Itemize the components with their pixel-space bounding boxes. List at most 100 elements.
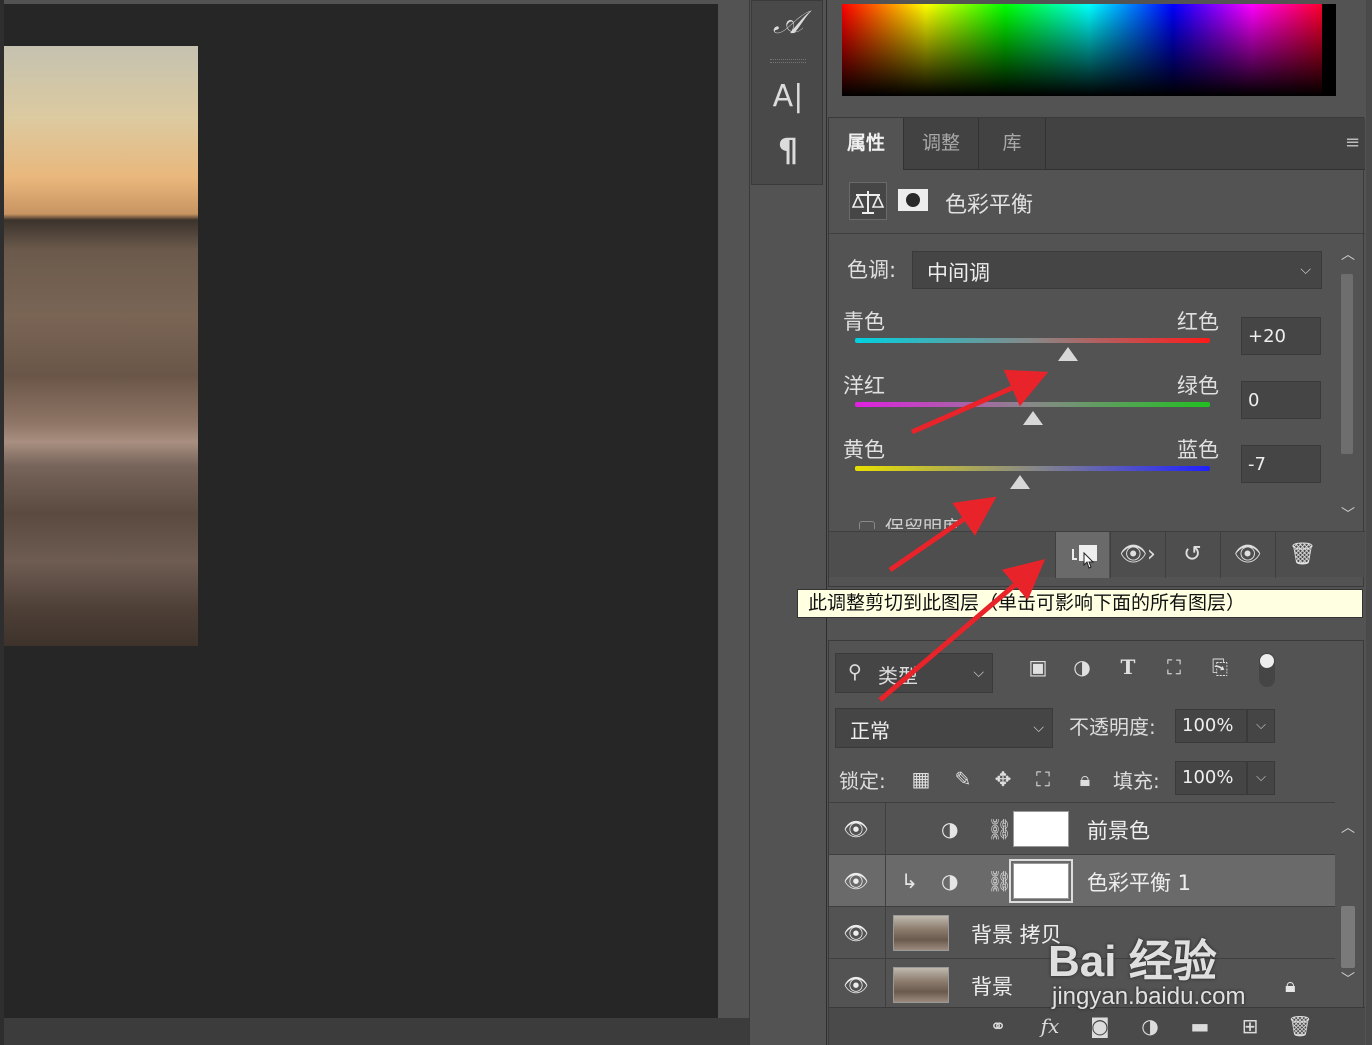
properties-footer: 👁︎› ↺ 👁︎ 🗑︎ [829, 531, 1365, 578]
chevron-down-icon: ⌵ [973, 665, 984, 681]
lock-transparent-icon[interactable]: ▦ [907, 767, 935, 795]
yellow-blue-slider-thumb[interactable] [1010, 475, 1031, 489]
slider-green-label: 绿色 [1177, 374, 1219, 398]
delete-layer-icon[interactable]: 🗑︎ [1285, 1014, 1315, 1038]
type-filter-icon[interactable]: T [1113, 655, 1143, 685]
collapsed-panel-strip: 𝒜 A| ¶ [751, 0, 823, 185]
slider-magenta-label: 洋红 [843, 374, 885, 398]
document-canvas[interactable] [4, 4, 718, 1018]
layer-thumbnail[interactable] [893, 915, 949, 951]
magenta-green-slider-thumb[interactable] [1022, 411, 1043, 425]
paragraph-panel-icon[interactable]: ¶ [752, 131, 824, 169]
cyan-red-value-input[interactable]: +20 [1241, 317, 1321, 355]
lock-label: 锁定: [839, 769, 886, 793]
clip-to-layer-button[interactable] [1055, 532, 1109, 578]
reset-icon[interactable]: ↺ [1165, 532, 1219, 578]
fill-input[interactable]: 100% [1175, 761, 1247, 795]
scroll-down-icon[interactable]: ﹀ [1341, 504, 1355, 524]
scroll-down-icon[interactable]: ﹀ [1341, 969, 1355, 989]
layer-name[interactable]: 背景 [971, 971, 1013, 1001]
spectrum-edge [1322, 4, 1336, 96]
adjustment-filter-icon[interactable]: ◑ [1067, 655, 1097, 685]
delete-adjustment-icon[interactable]: 🗑︎ [1275, 532, 1329, 578]
new-adjustment-icon[interactable]: ◑ [1135, 1014, 1165, 1038]
adjustment-header: 色彩平衡 [829, 170, 1365, 234]
pixel-filter-icon[interactable]: ▣ [1023, 655, 1053, 685]
canvas-horizontal-scrollbar[interactable] [4, 1018, 749, 1045]
eye-icon[interactable]: 👁︎ [843, 869, 869, 893]
lock-all-icon[interactable]: 🔒︎ [1071, 767, 1099, 795]
eye-icon[interactable]: 👁︎ [843, 817, 869, 841]
smart-object-filter-icon[interactable]: ⎘ [1205, 655, 1235, 685]
layer-mask-thumbnail[interactable] [1013, 811, 1069, 847]
layer-mask-thumbnail[interactable] [1009, 859, 1073, 903]
yellow-blue-slider-track[interactable] [855, 466, 1210, 471]
panel-grip[interactable] [770, 59, 806, 63]
layers-scroll-thumb[interactable] [1341, 906, 1355, 968]
clip-tooltip: 此调整剪切到此图层（单击可影响下面的所有图层） [797, 589, 1363, 618]
cyan-red-slider-track[interactable] [855, 338, 1210, 343]
tab-libraries[interactable]: 库 [979, 118, 1045, 170]
preserve-luminosity-checkbox[interactable] [859, 520, 875, 529]
lock-image-icon[interactable]: ✎ [949, 767, 977, 795]
opacity-dropdown[interactable]: ⌵ [1247, 709, 1275, 743]
blend-mode-select[interactable]: 正常 ⌵ [835, 708, 1053, 748]
link-layers-icon[interactable]: ⚭ [983, 1014, 1013, 1038]
yellow-blue-value-input[interactable]: -7 [1241, 445, 1321, 483]
filter-toggle[interactable] [1259, 653, 1275, 687]
magenta-green-slider-track[interactable] [855, 402, 1210, 407]
slider-yellow-label: 黄色 [843, 438, 885, 462]
eye-icon[interactable]: 👁︎ [843, 921, 869, 945]
layer-mask-icon[interactable] [895, 182, 933, 220]
photoshop-window: { "tool_strip": { "glyph_icon": "𝒜", "ch… [0, 0, 1372, 1045]
add-mask-icon[interactable]: ◙ [1085, 1014, 1115, 1038]
glyphs-icon[interactable]: 𝒜 [752, 3, 824, 42]
color-spectrum-ramp[interactable] [842, 4, 1336, 96]
properties-scrollbar[interactable]: ︿ ﹀ [1337, 244, 1357, 524]
tab-properties[interactable]: 属性 [829, 118, 903, 170]
tone-select[interactable]: 中间调 ⌵ [912, 251, 1322, 289]
watermark-url: jingyan.baidu.com [1052, 983, 1246, 1010]
balance-scale-icon [849, 182, 887, 220]
opacity-label: 不透明度: [1069, 715, 1156, 739]
fill-dropdown[interactable]: ⌵ [1247, 761, 1275, 795]
desert-photo [4, 46, 198, 646]
panel-menu-icon[interactable]: ≡ [1345, 132, 1361, 153]
layer-thumbnail[interactable] [893, 967, 949, 1003]
layer-name[interactable]: 前景色 [1087, 815, 1150, 845]
view-previous-state-icon[interactable]: 👁︎› [1110, 532, 1164, 578]
layer-name[interactable]: 色彩平衡 1 [1087, 867, 1191, 897]
lock-artboard-icon[interactable]: ⛶ [1029, 767, 1057, 795]
tone-label: 色调: [847, 258, 897, 282]
properties-panel: 属性 调整 库 ≡ 色彩平衡 色调: 中间调 ⌵ 青色 红色 +20 洋红 绿色… [828, 117, 1365, 587]
baidu-watermark: Bai 经验 jingyan.baidu.com [1048, 905, 1308, 1015]
link-icon[interactable]: ⛓︎ [987, 869, 1012, 893]
layers-scrollbar[interactable]: ︿ ﹀ [1337, 811, 1359, 991]
adjustment-layer-icon: ◑ [941, 869, 959, 893]
adjustment-title: 色彩平衡 [945, 193, 1034, 218]
eye-icon[interactable]: 👁︎ [843, 973, 869, 997]
scroll-up-icon[interactable]: ︿ [1341, 244, 1355, 264]
new-layer-icon[interactable]: ⊞ [1235, 1014, 1265, 1038]
link-icon[interactable]: ⛓︎ [987, 817, 1012, 841]
slider-blue-label: 蓝色 [1177, 438, 1219, 462]
magenta-green-value-input[interactable]: 0 [1241, 381, 1321, 419]
lock-position-icon[interactable]: ✥ [989, 767, 1017, 795]
tone-select-value: 中间调 [927, 261, 990, 285]
layer-row-color-balance[interactable]: 👁︎ ↳ ◑ ⛓︎ 色彩平衡 1 [829, 854, 1335, 907]
new-group-icon[interactable]: ▬ [1185, 1014, 1215, 1038]
properties-scroll-thumb[interactable] [1341, 274, 1353, 454]
layer-row-foreground[interactable]: 👁︎ ◑ ⛓︎ 前景色 [829, 802, 1335, 855]
layer-filter-select[interactable]: ⚲ 类型 ⌵ [835, 653, 993, 693]
shape-filter-icon[interactable]: ⛶ [1159, 655, 1189, 685]
fill-layer-icon: ◑ [941, 817, 959, 841]
blend-mode-value: 正常 [850, 719, 890, 743]
fx-icon[interactable]: fx [1035, 1014, 1065, 1038]
scroll-up-icon[interactable]: ︿ [1341, 817, 1355, 837]
character-panel-icon[interactable]: A| [752, 79, 824, 114]
preserve-luminosity-option[interactable]: 保留明度 [859, 513, 961, 529]
tab-adjustments[interactable]: 调整 [904, 118, 978, 170]
toggle-visibility-icon[interactable]: 👁︎ [1220, 532, 1274, 578]
cyan-red-slider-thumb[interactable] [1058, 347, 1078, 361]
opacity-input[interactable]: 100% [1175, 709, 1247, 743]
